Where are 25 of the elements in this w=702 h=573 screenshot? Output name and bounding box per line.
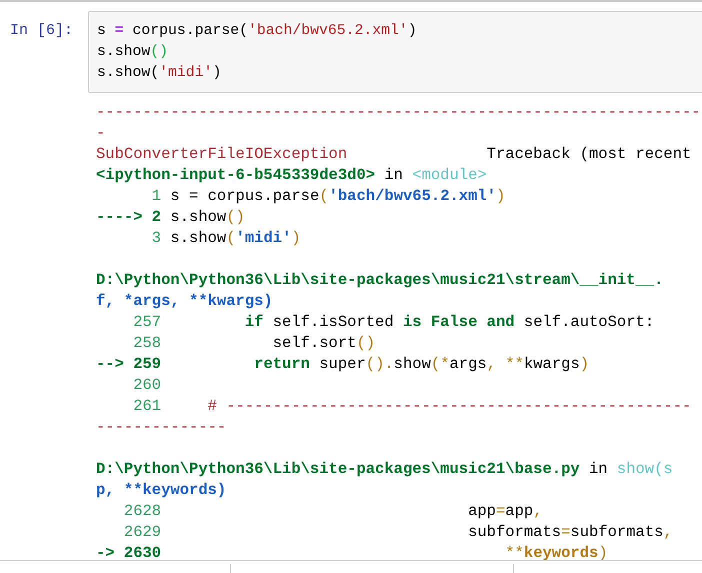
traceback-line: 2629 subformats=subformats, <box>122 522 674 543</box>
traceback-line: 260 <box>132 375 162 396</box>
code-cell[interactable]: s = corpus.parse('bach/bwv65.2.xml') s.show() s.show('midi') <box>88 11 702 93</box>
traceback-line: --> 259 return super().show(*args, **kwargs) <box>96 354 590 375</box>
traceback-line: 3 s.show('midi') <box>150 228 302 249</box>
traceback-line: 257 if self.isSorted is False and self.autoSort: <box>132 312 656 333</box>
traceback-line: 2628 app=app, <box>122 501 544 522</box>
code-line: s.show() <box>97 43 170 62</box>
traceback-line: <ipython-input-6-b545339de3d0> in <module> <box>96 165 488 186</box>
code-line: s = corpus.parse('bach/bwv65.2.xml') <box>97 22 418 41</box>
traceback-line: 258 self.sort() <box>132 333 376 354</box>
traceback-line: 1 s = corpus.parse('bach/bwv65.2.xml') <box>150 186 506 207</box>
traceback-line: - <box>96 123 106 144</box>
traceback-line: ----> 2 s.show() <box>96 207 246 228</box>
traceback-line: 261 # -------------------------------------------------- <box>132 396 692 417</box>
code-line: s.show('midi') <box>97 64 222 83</box>
traceback-line: ----------------------------------------------------------------- <box>96 102 702 123</box>
traceback-line: f, *args, **kwargs) <box>96 291 274 312</box>
traceback-line: -> 2630 **keywords) <box>96 543 609 564</box>
traceback-line: -------------- <box>96 417 228 438</box>
input-prompt: In [6]: <box>9 21 74 41</box>
traceback-line: p, **keywords) <box>96 480 228 501</box>
traceback-line: SubConverterFileIOException Traceback (most recent <box>96 144 692 165</box>
traceback-line: D:\Python\Python36\Lib\site-packages\music21\base.py in show(s <box>96 459 674 480</box>
traceback-line: D:\Python\Python36\Lib\site-packages\music21\stream\__init__. <box>96 270 664 291</box>
